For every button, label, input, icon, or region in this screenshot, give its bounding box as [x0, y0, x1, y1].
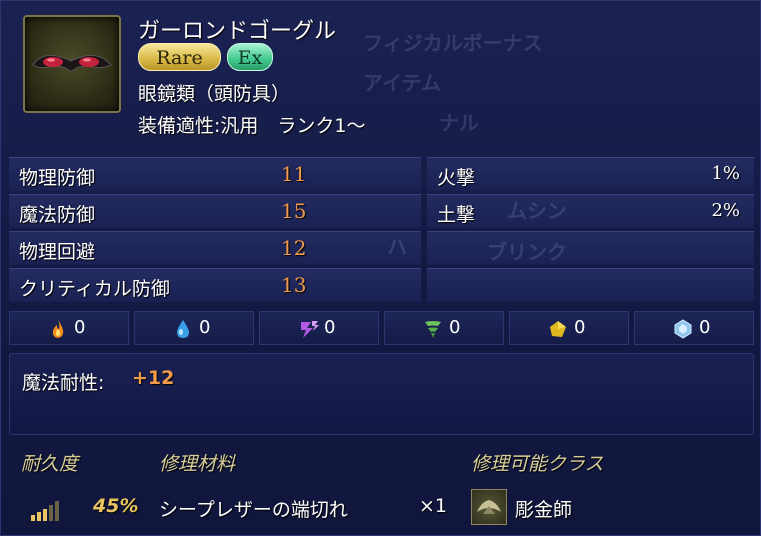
element-value: 0: [699, 317, 711, 338]
stat-row: 物理回避 12 ブリンク: [9, 231, 754, 265]
magic-resistance-value: +12: [132, 367, 175, 389]
repair-class-header: 修理可能クラス: [471, 453, 604, 475]
equip-info: 装備適性:汎用 ランク1～: [138, 115, 366, 137]
background-ghost-text: ムシン: [507, 199, 567, 223]
earth-icon: [550, 321, 566, 337]
background-ghost-text: ブリンク: [487, 240, 567, 264]
stats-table: 物理防御 11 火撃 1% 魔法防御 15 土撃 2% 物理回避 12 ブリンク…: [9, 157, 754, 305]
element-stat-label: 土撃: [437, 204, 476, 226]
water-icon: [177, 320, 189, 338]
background-ghost-text: アイテム: [363, 71, 441, 95]
element-water: 0: [134, 311, 254, 345]
stat-label: 物理防御: [19, 167, 96, 189]
magic-resistance-label: 魔法耐性:: [22, 372, 105, 394]
stat-cell: 魔法防御 15: [9, 194, 421, 228]
background-ghost-text: ナル: [439, 111, 479, 135]
repair-class-name: 彫金師: [515, 499, 573, 521]
element-stat-label: 火撃: [437, 167, 476, 189]
stat-row: 魔法防御 15 土撃 2%: [9, 194, 754, 228]
item-category: 眼鏡類（頭防具）: [138, 83, 291, 105]
element-value: 0: [324, 317, 336, 338]
element-earth: 0: [509, 311, 629, 345]
element-value: 0: [449, 317, 461, 338]
ex-badge: Ex: [227, 43, 273, 71]
stat-cell: クリティカル防御 13: [9, 268, 421, 302]
fire-icon: [52, 320, 64, 338]
element-stat-value: 1%: [711, 163, 740, 184]
item-header: ガーロンドゴーグル Rare Ex 眼鏡類（頭防具） 装備適性:汎用 ランク1～…: [1, 1, 761, 151]
stat-label: 魔法防御: [19, 204, 96, 226]
stat-label: 物理回避: [19, 241, 96, 263]
stat-row: クリティカル防御 13 ハ ムシン: [9, 199, 754, 302]
stat-value: 15: [281, 199, 307, 223]
element-lightning: 0: [259, 311, 379, 345]
repair-material-header: 修理材料: [159, 453, 236, 475]
stat-value: 12: [281, 236, 307, 260]
wind-icon: [425, 321, 441, 338]
stat-cell: 物理防御 11: [9, 157, 421, 191]
element-stat-value: 2%: [711, 200, 740, 221]
ice-icon: [674, 319, 692, 339]
element-stat-cell-empty: ハ ムシン: [387, 199, 754, 302]
stat-label: クリティカル防御: [19, 278, 170, 300]
background-ghost-text: ハ: [387, 235, 407, 259]
repair-section: 耐久度 修理材料 修理可能クラス 45% シープレザーの端切れ ×1 彫金師: [9, 443, 754, 533]
element-value: 0: [199, 317, 211, 338]
item-name: ガーロンドゴーグル: [138, 19, 337, 44]
durability-header: 耐久度: [21, 453, 79, 475]
durability-meter-icon: [31, 501, 59, 521]
lightning-icon: [301, 321, 319, 338]
durability-value: 45%: [93, 495, 139, 517]
stat-value: 11: [281, 162, 307, 186]
stat-row: 物理防御 11 火撃 1%: [9, 157, 754, 191]
element-stat-cell-empty: ブリンク: [427, 231, 754, 265]
rare-badge: Rare: [138, 43, 221, 71]
item-tooltip: ガーロンドゴーグル Rare Ex 眼鏡類（頭防具） 装備適性:汎用 ランク1～…: [0, 0, 761, 536]
element-stat-cell: 火撃 1%: [427, 157, 754, 191]
element-value: 0: [574, 317, 586, 338]
element-wind: 0: [384, 311, 504, 345]
element-ice: 0: [634, 311, 754, 345]
stat-cell: 物理回避 12: [9, 231, 421, 265]
stat-value: 13: [281, 273, 307, 297]
background-ghost-text: フィジカルボーナス: [363, 31, 543, 55]
goldsmith-icon: [471, 489, 507, 525]
element-stat-cell: 土撃 2%: [427, 194, 754, 228]
repair-material-quantity: ×1: [419, 495, 448, 517]
magic-resistance-box: 魔法耐性: +12: [9, 353, 754, 435]
goggles-icon: [23, 15, 121, 113]
element-resistances: 0 0 0 0 0 0: [9, 311, 754, 345]
repair-material: シープレザーの端切れ: [159, 499, 348, 521]
element-value: 0: [74, 317, 86, 338]
element-fire: 0: [9, 311, 129, 345]
